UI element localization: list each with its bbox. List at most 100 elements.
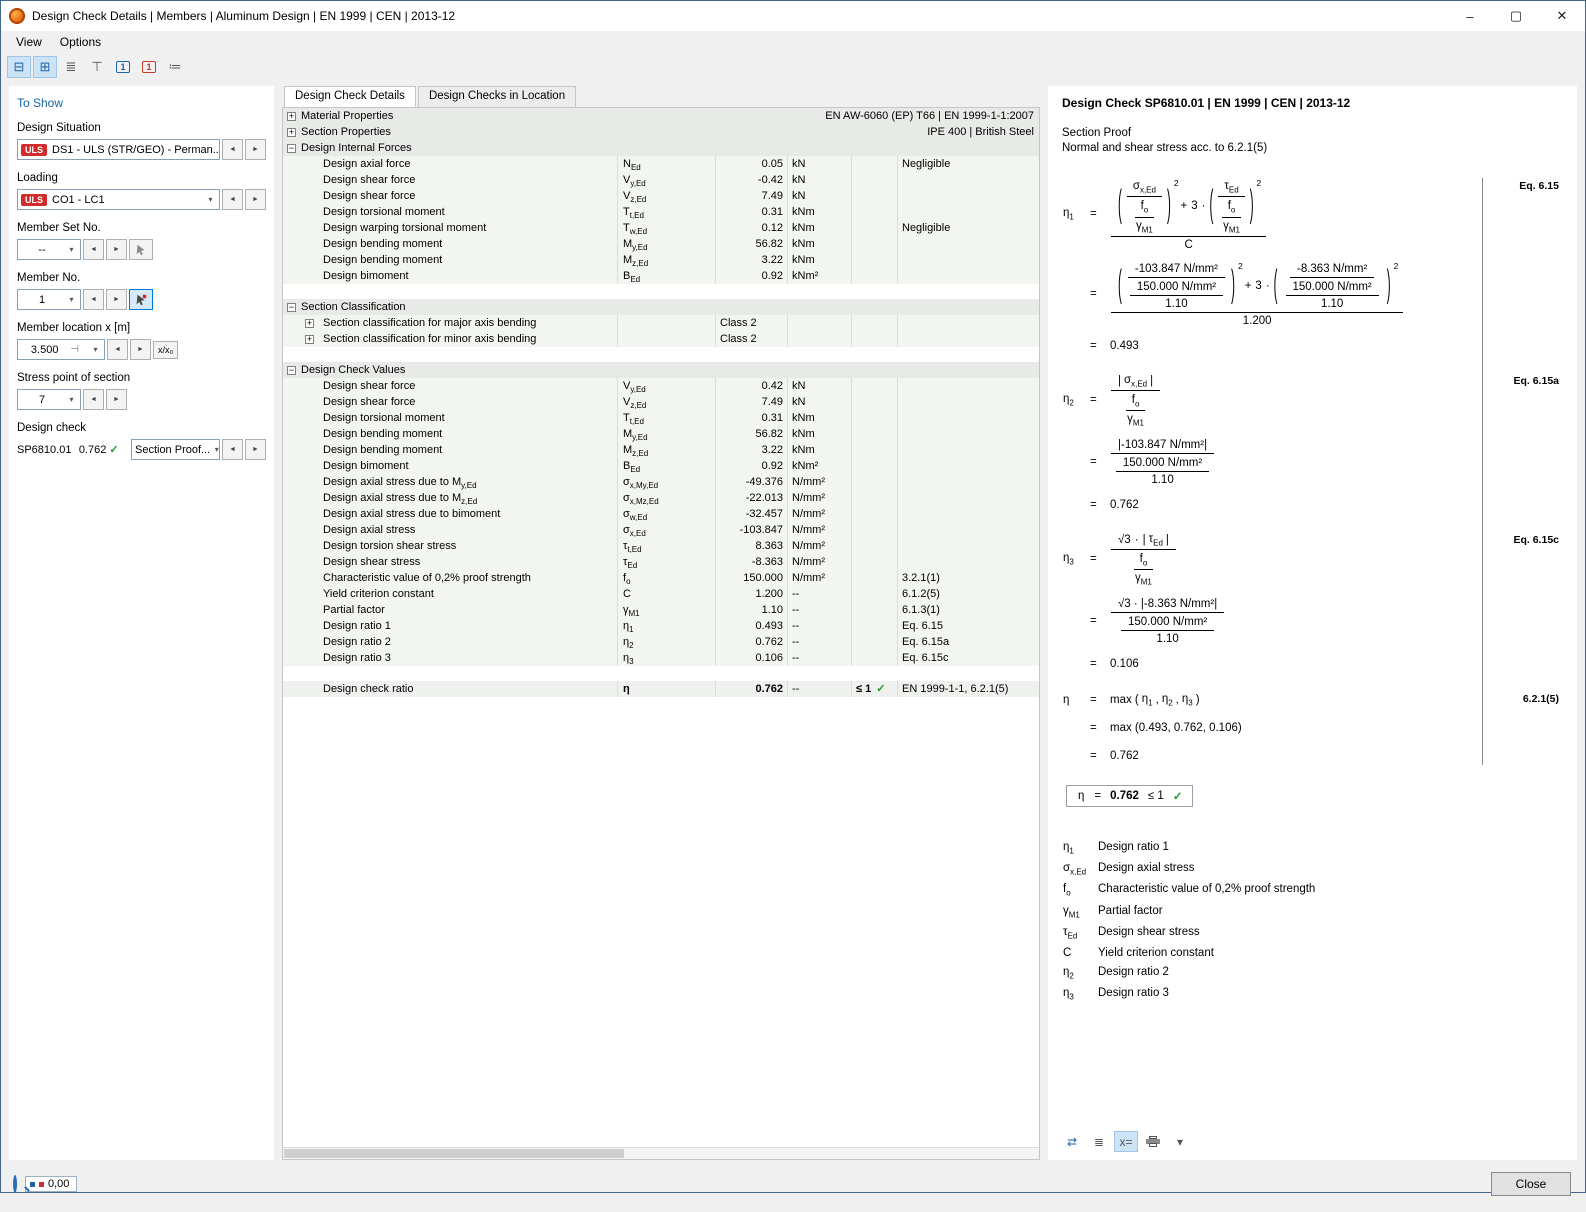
result-values-blue-icon[interactable]: 1 <box>111 56 135 78</box>
table-row[interactable]: Design axial stress due to Mz,Ed σx,Mz,Ed… <box>283 490 1039 506</box>
table-row[interactable]: + Section classification for minor axis b… <box>283 331 1039 347</box>
expand-toggle-icon[interactable]: + <box>287 111 296 121</box>
table-row[interactable]: Design bending moment My,Ed 56.82 kNm <box>283 426 1039 442</box>
sort-rows-icon[interactable]: ≣ <box>59 56 83 78</box>
minimize-button[interactable]: – <box>1447 1 1493 31</box>
row-value: 0.31 <box>716 204 788 220</box>
pick-member-button[interactable] <box>129 289 153 310</box>
table-row[interactable]: Yield criterion constant C 1.200 -- 6.1.2(5) <box>283 586 1039 602</box>
table-row[interactable]: Design shear force Vz,Ed 7.49 kN <box>283 394 1039 410</box>
stress-point-prev-button[interactable]: ◄ <box>83 389 104 410</box>
table-row[interactable]: Design shear stress τEd -8.363 N/mm² <box>283 554 1039 570</box>
member-next-button[interactable]: ► <box>106 289 127 310</box>
table-row[interactable]: Design axial force NEd 0.05 kN Negligible <box>283 156 1039 172</box>
expand-toggle-icon[interactable]: + <box>305 334 314 344</box>
table-row[interactable]: Design torsion shear stress τt,Ed 8.363 N/m… <box>283 538 1039 554</box>
design-check-type-combo[interactable]: Section Proof... ▾ <box>130 439 220 460</box>
expand-toggle-icon[interactable]: − <box>287 365 296 375</box>
maximize-button[interactable]: ▢ <box>1493 1 1539 31</box>
expand-all-icon[interactable]: ⊞ <box>33 55 57 78</box>
print-options-caret-icon[interactable]: ▾ <box>1168 1131 1192 1152</box>
expand-toggle-icon[interactable]: + <box>305 318 314 328</box>
table-group-row[interactable]: + Material Properties EN AW-6060 (EP) T66 … <box>283 108 1039 124</box>
group-label: Design Internal Forces <box>301 142 412 154</box>
table-row[interactable]: Design ratio 2 η2 0.762 -- Eq. 6.15a <box>283 634 1039 650</box>
table-row[interactable]: Design torsional moment Tt,Ed 0.31 kNm <box>283 410 1039 426</box>
table-row[interactable]: Design check ratio η 0.762 -- ≤ 1 ✓ EN 1999-1-… <box>283 681 1039 697</box>
jump-to-object-icon[interactable]: ⇄ <box>1060 1131 1084 1152</box>
member-set-prev-button[interactable]: ◄ <box>83 239 104 260</box>
location-next-button[interactable]: ► <box>130 339 151 360</box>
member-prev-button[interactable]: ◄ <box>83 289 104 310</box>
table-row[interactable]: Characteristic value of 0,2% proof stren… <box>283 570 1039 586</box>
chevron-down-icon[interactable]: ▾ <box>65 245 78 254</box>
table-row[interactable]: Design bending moment My,Ed 56.82 kNm <box>283 236 1039 252</box>
table-row[interactable]: Partial factor γM1 1.10 -- 6.1.3(1) <box>283 602 1039 618</box>
table-row[interactable]: Design ratio 1 η1 0.493 -- Eq. 6.15 <box>283 618 1039 634</box>
table-row[interactable]: Design axial stress due to bimoment σw,Ed… <box>283 506 1039 522</box>
help-search-button[interactable] <box>13 1175 17 1193</box>
pick-member-set-button[interactable] <box>129 239 153 260</box>
table-row[interactable]: Design shear force Vy,Ed -0.42 kN <box>283 172 1039 188</box>
expand-toggle-icon[interactable]: + <box>287 127 296 137</box>
menu-view[interactable]: View <box>7 33 51 51</box>
red-marker-icon <box>39 1181 44 1187</box>
table-row[interactable]: Design shear force Vz,Ed 7.49 kN <box>283 188 1039 204</box>
table-group-row[interactable]: − Design Check Values <box>283 362 1039 378</box>
scrollbar-thumb[interactable] <box>284 1149 625 1158</box>
expand-toggle-icon[interactable]: − <box>287 143 296 153</box>
member-set-next-button[interactable]: ► <box>106 239 127 260</box>
table-group-row[interactable]: − Design Internal Forces <box>283 140 1039 156</box>
chevron-down-icon[interactable]: ▾ <box>65 295 78 304</box>
tab-design-checks-in-location[interactable]: Design Checks in Location <box>417 86 577 107</box>
chevron-down-icon[interactable]: ▾ <box>89 345 102 354</box>
tab-design-check-details[interactable]: Design Check Details <box>284 86 416 107</box>
location-prev-button[interactable]: ◄ <box>107 339 128 360</box>
collapse-all-icon[interactable]: ⊟ <box>7 55 31 78</box>
design-situation-next-button[interactable]: ► <box>245 139 266 160</box>
table-row[interactable]: + Section classification for major axis b… <box>283 315 1039 331</box>
tolerance-display[interactable]: 0,00 <box>25 1176 78 1192</box>
chevron-down-icon[interactable]: ▾ <box>65 395 78 404</box>
stress-point-combo[interactable]: 7 ▾ <box>17 389 81 410</box>
chevron-down-icon[interactable]: ▾ <box>210 445 219 454</box>
formula-display-icon[interactable]: x= <box>1114 1131 1138 1152</box>
legend-symbol: γM1 <box>1062 905 1098 919</box>
member-combo[interactable]: 1 ▾ <box>17 289 81 310</box>
table-row[interactable]: Design bending moment Mz,Ed 3.22 kNm <box>283 442 1039 458</box>
horizontal-scrollbar[interactable] <box>283 1147 1039 1159</box>
design-situation-combo[interactable]: ULS DS1 - ULS (STR/GEO) - Perman... ▾ <box>17 139 220 160</box>
table-row[interactable]: Design axial stress due to My,Ed σx,My,Ed… <box>283 474 1039 490</box>
table-group-row[interactable]: + Section Properties IPE 400 | British Ste… <box>283 124 1039 140</box>
close-window-button[interactable]: ✕ <box>1539 1 1585 31</box>
table-group-row[interactable]: − Section Classification <box>283 299 1039 315</box>
table-row[interactable]: Design warping torsional moment Tw,Ed 0.12… <box>283 220 1039 236</box>
table-row[interactable]: Design bending moment Mz,Ed 3.22 kNm <box>283 252 1039 268</box>
print-icon[interactable] <box>1141 1131 1165 1152</box>
result-values-red-icon[interactable]: 1 <box>137 56 161 78</box>
loading-combo[interactable]: ULS CO1 - LC1 ▾ <box>17 189 220 210</box>
relative-location-toggle[interactable]: x/x₀ <box>153 340 179 359</box>
expand-toggle-icon[interactable]: − <box>287 302 296 312</box>
math-text: -103.847 N/mm² <box>1134 262 1219 275</box>
loading-prev-button[interactable]: ◄ <box>222 189 243 210</box>
loading-next-button[interactable]: ► <box>245 189 266 210</box>
row-filter-icon[interactable]: ≔ <box>163 56 187 78</box>
member-location-combo[interactable]: 3.500 ⊣ ▾ <box>17 339 105 360</box>
table-row[interactable]: Design bimoment BEd 0.92 kNm² <box>283 458 1039 474</box>
table-row[interactable]: Design ratio 3 η3 0.106 -- Eq. 6.15c <box>283 650 1039 666</box>
chevron-down-icon[interactable]: ▾ <box>204 195 217 204</box>
table-row[interactable]: Design bimoment BEd 0.92 kNm² <box>283 268 1039 284</box>
member-set-combo[interactable]: -- ▾ <box>17 239 81 260</box>
units-settings-icon[interactable]: ⊤ <box>85 56 109 78</box>
design-check-prev-button[interactable]: ◄ <box>222 439 243 460</box>
stress-point-next-button[interactable]: ► <box>106 389 127 410</box>
table-row[interactable]: Design shear force Vy,Ed 0.42 kN <box>283 378 1039 394</box>
details-list-icon[interactable]: ≣ <box>1087 1131 1111 1152</box>
menu-options[interactable]: Options <box>51 33 110 51</box>
table-row[interactable]: Design axial stress σx,Ed -103.847 N/mm² <box>283 522 1039 538</box>
design-situation-prev-button[interactable]: ◄ <box>222 139 243 160</box>
table-row[interactable]: Design torsional moment Tt,Ed 0.31 kNm <box>283 204 1039 220</box>
design-check-next-button[interactable]: ► <box>245 439 266 460</box>
close-button[interactable]: Close <box>1491 1172 1571 1196</box>
